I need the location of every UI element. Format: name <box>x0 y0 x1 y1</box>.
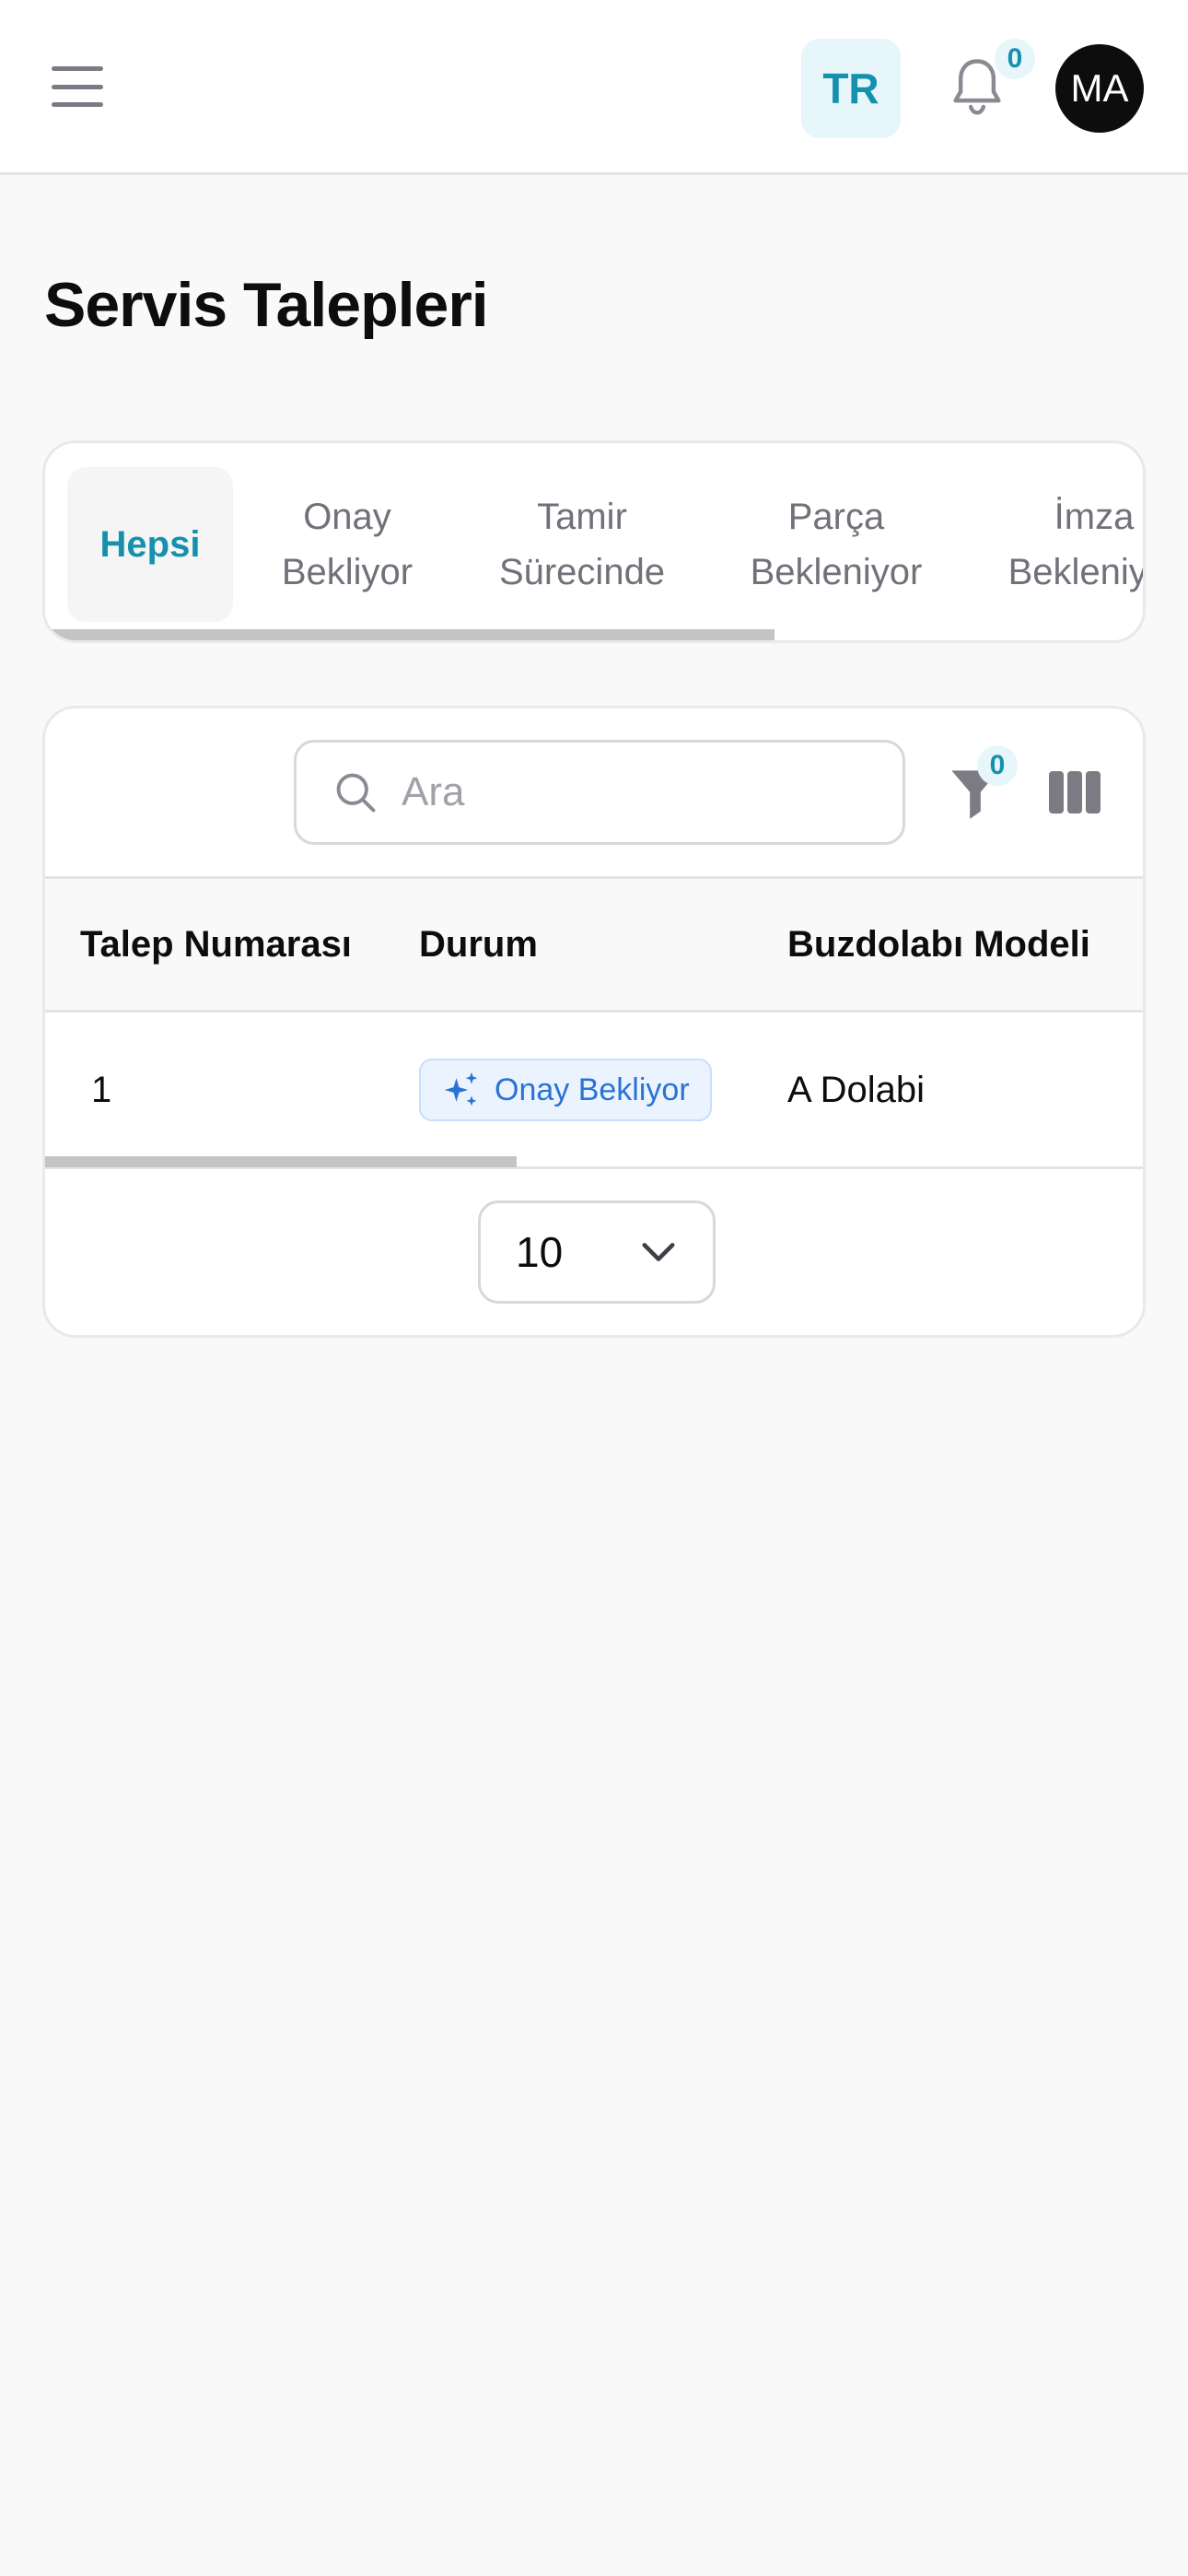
tab-label: Hepsi <box>99 524 201 565</box>
filter-button[interactable]: 0 <box>949 745 1018 823</box>
table-scrollbar[interactable] <box>45 1156 517 1167</box>
tabs-scrollbar[interactable] <box>45 629 775 640</box>
column-header-talep-numarasi[interactable]: Talep Numarası <box>80 879 352 1010</box>
requests-table-card: 0 Talep Numarası Durum Buzdolabı Modeli … <box>42 706 1146 1338</box>
tab-hepsi[interactable]: Hepsi <box>67 467 233 622</box>
tab-onay-bekliyor[interactable]: Onay Bekliyor <box>233 467 461 622</box>
column-header-buzdolabi-modeli[interactable]: Buzdolabı Modeli <box>787 879 1090 1010</box>
tab-label: Onay Bekliyor <box>281 497 413 592</box>
top-header: TR 0 MA <box>0 0 1188 175</box>
cell-fridge-model: A Dolabi <box>787 1069 925 1110</box>
tab-imza-bekleniyor[interactable]: İmzaBekleniyor <box>970 467 1146 622</box>
tab-label: Parça Bekleniyor <box>750 497 923 592</box>
page-title: Servis Talepleri <box>44 270 489 340</box>
search-field[interactable] <box>294 740 905 845</box>
cell-status: Onay Bekliyor <box>419 1013 712 1167</box>
menu-icon[interactable] <box>52 66 103 107</box>
chevron-down-icon <box>642 1243 675 1261</box>
sparkles-icon <box>444 1071 478 1107</box>
columns-icon[interactable] <box>1049 771 1101 814</box>
page-size-select[interactable]: 10 <box>478 1200 716 1304</box>
tab-tamir-surecinde[interactable]: Tamir Sürecinde <box>461 467 703 622</box>
page-size-value: 10 <box>516 1228 564 1276</box>
status-tabs: Hepsi Onay Bekliyor Tamir Sürecinde Parça B… <box>42 440 1146 643</box>
status-label: Onay Bekliyor <box>495 1071 690 1107</box>
cell-request-number: 1 <box>91 1069 112 1110</box>
tab-label: Tamir Sürecinde <box>498 497 666 592</box>
status-badge: Onay Bekliyor <box>419 1059 712 1121</box>
table-row[interactable]: 1 Onay Bekliyor A Dolabi <box>45 1013 1143 1169</box>
table-header: Talep Numarası Durum Buzdolabı Modeli <box>45 876 1143 1013</box>
avatar[interactable]: MA <box>1055 44 1144 133</box>
notifications-button[interactable]: 0 <box>947 39 1035 123</box>
notification-count-badge: 0 <box>995 39 1035 79</box>
search-input[interactable] <box>400 768 882 816</box>
search-icon <box>336 773 376 813</box>
tab-label: İmzaBekleniyor <box>1007 497 1146 592</box>
column-header-durum[interactable]: Durum <box>419 879 538 1010</box>
filter-count-badge: 0 <box>977 745 1018 786</box>
tab-parca-bekleniyor[interactable]: Parça Bekleniyor <box>703 467 970 622</box>
language-button[interactable]: TR <box>801 39 901 138</box>
